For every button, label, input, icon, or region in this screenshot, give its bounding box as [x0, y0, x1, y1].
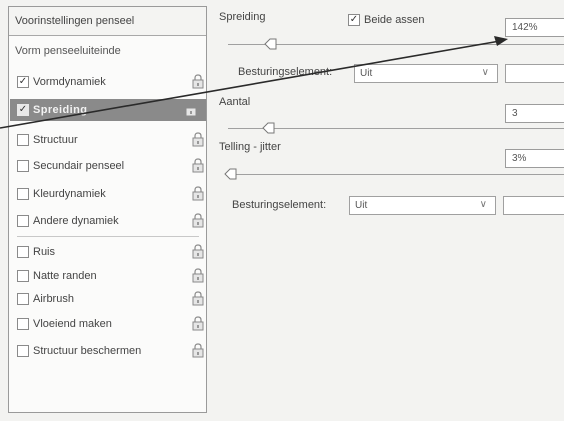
- brush-panel: Voorinstellingen penseel Vorm penseeluit…: [0, 0, 564, 421]
- annotation-arrow: [0, 36, 508, 129]
